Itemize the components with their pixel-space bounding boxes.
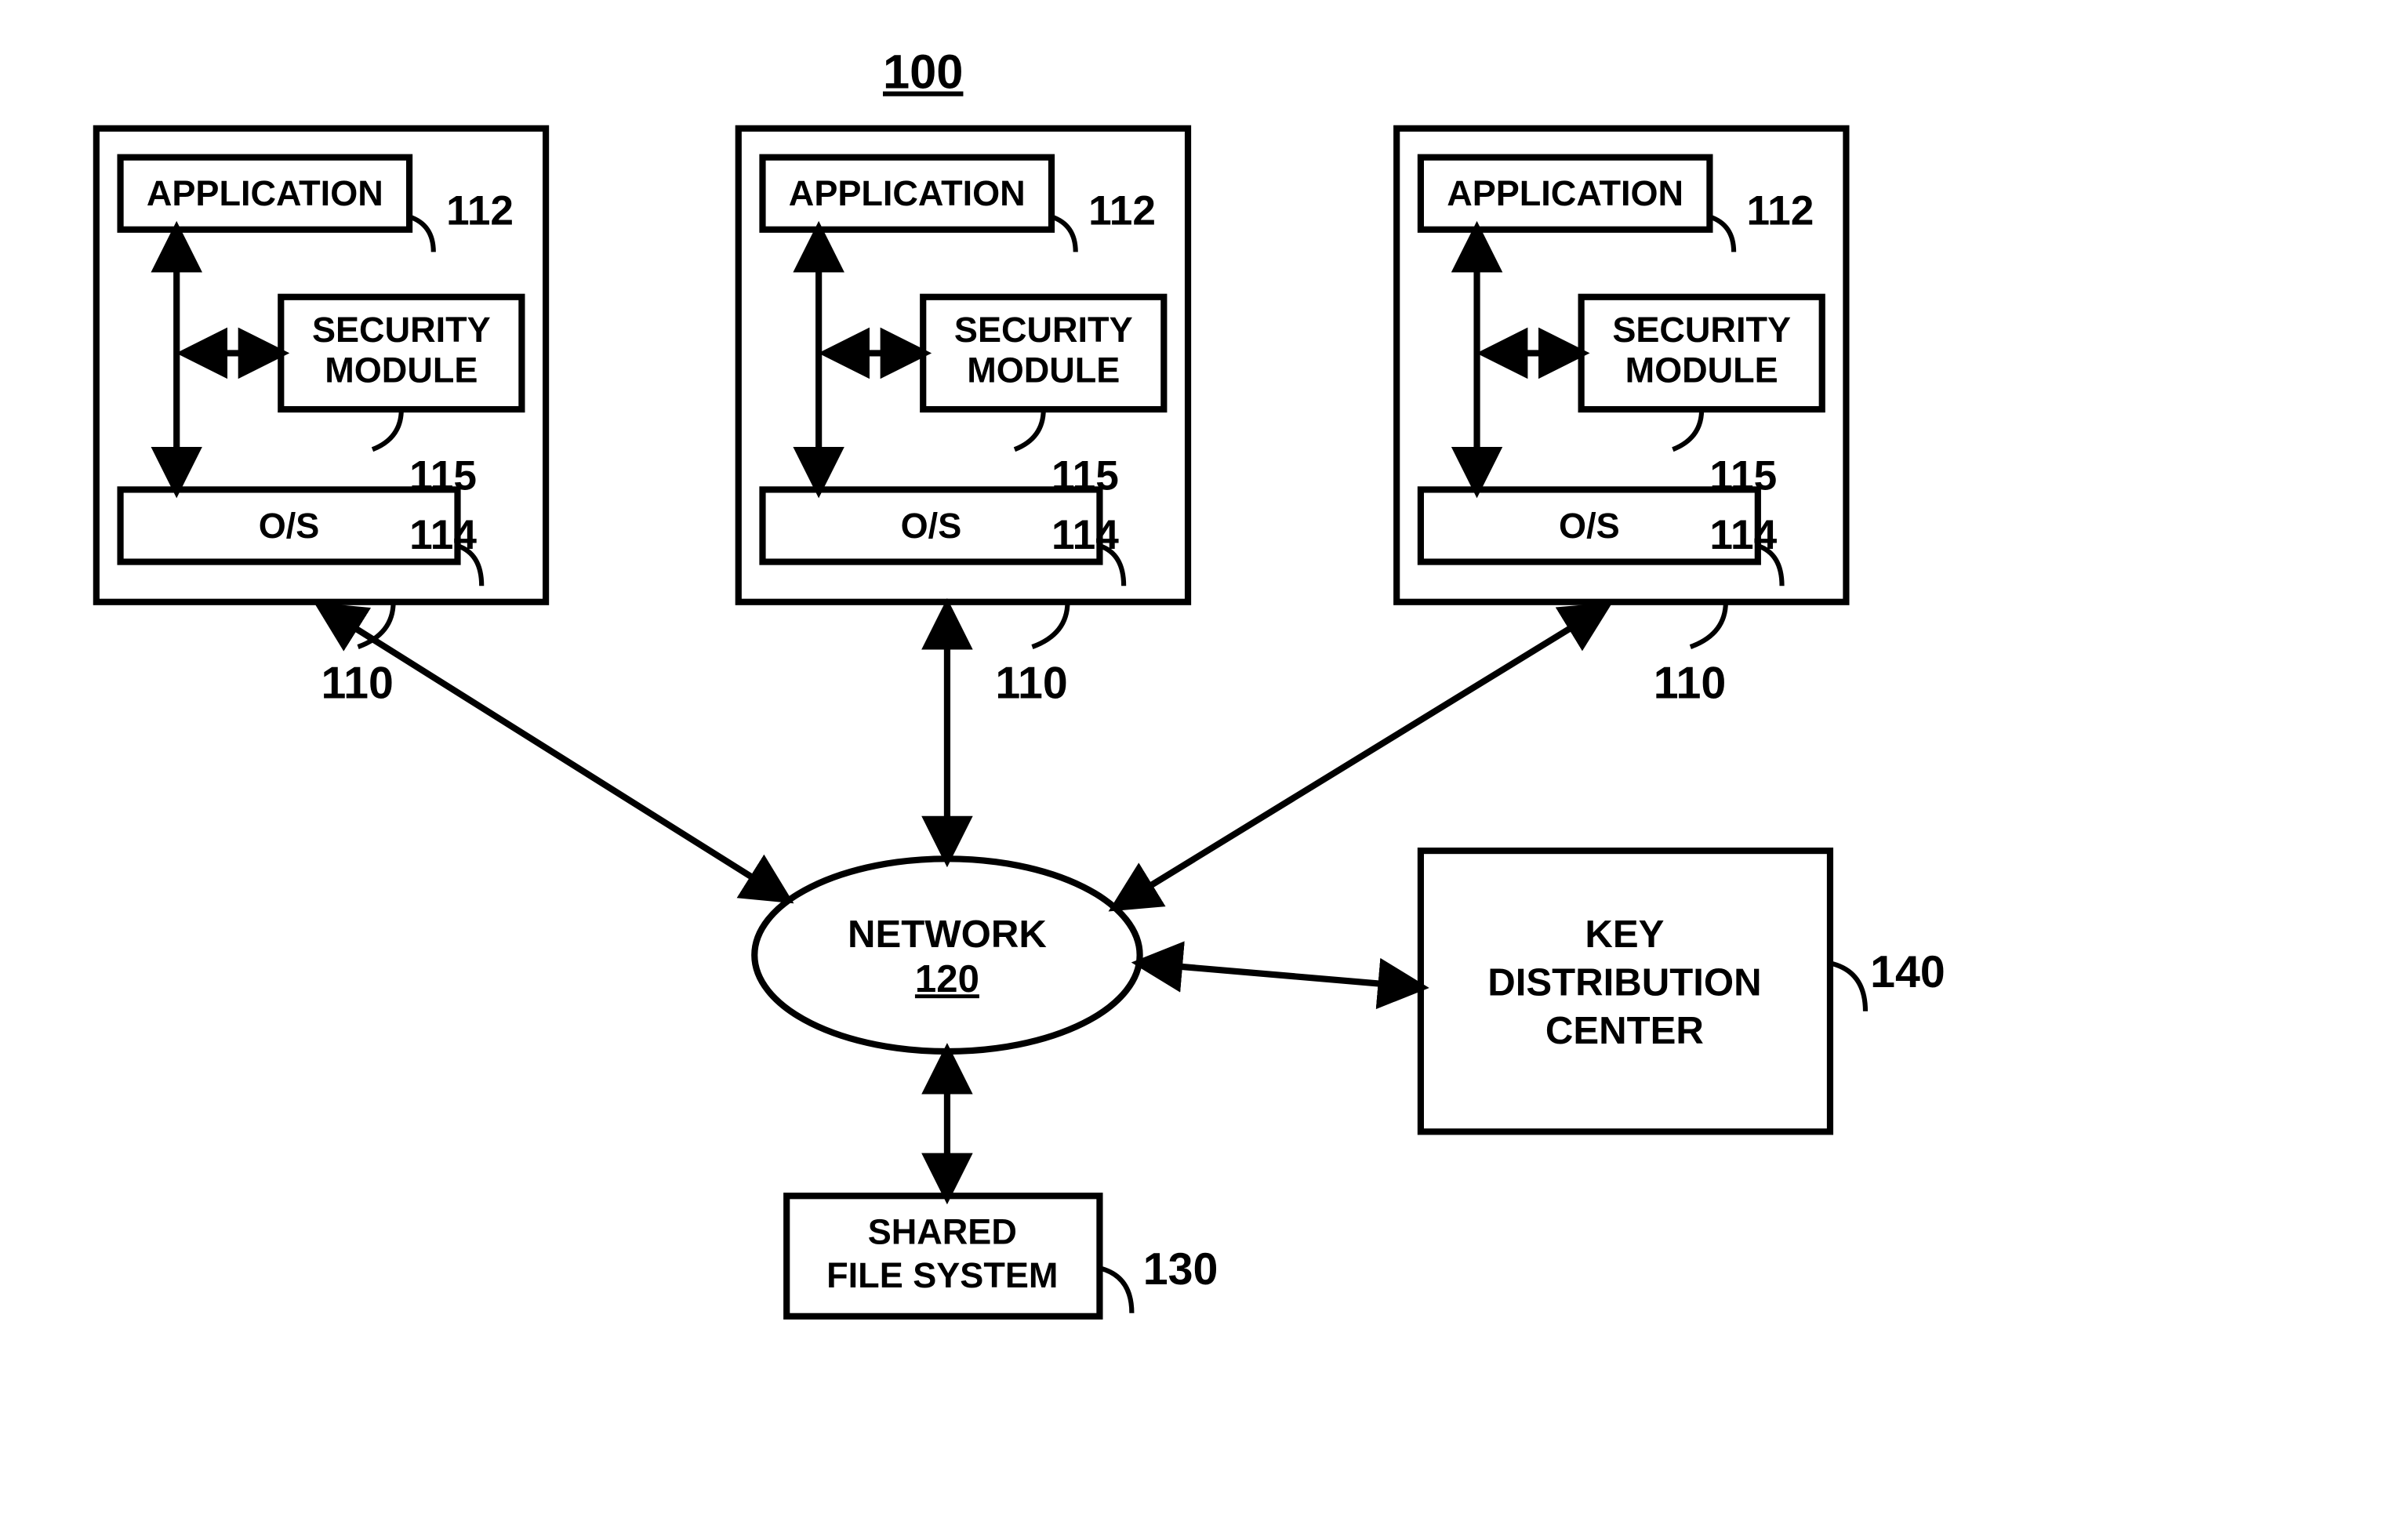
os-label: O/S [1559,506,1620,546]
ref-client-1: 110 [321,659,393,709]
ref-os: 114 [409,512,477,558]
link-client3-network [1116,607,1605,907]
security-module-label-2: MODULE [1625,350,1778,390]
os-label: O/S [259,506,320,546]
link-client1-network [321,607,786,899]
security-module-label-2: MODULE [967,350,1120,390]
shared-fs-label-1: SHARED [868,1212,1017,1252]
network-label: NETWORK [848,913,1047,956]
diagram-canvas: 100 APPLICATION SECURITY MODULE O/S 112 … [0,0,2408,1525]
client-box-2: APPLICATION SECURITY MODULE O/S 112 115 … [739,129,1188,602]
ref-os: 114 [1051,512,1119,558]
link-network-kdc [1140,963,1421,987]
client-box-3: APPLICATION SECURITY MODULE O/S 112 115 … [1396,129,1846,602]
ref-application: 112 [446,188,514,234]
ref-security-module: 115 [1051,452,1119,499]
shared-fs-label-2: FILE SYSTEM [826,1255,1058,1295]
security-module-label-1: SECURITY [954,310,1133,350]
ref-client-3: 110 [1654,659,1726,709]
ref-security-module: 115 [1709,452,1777,499]
ref-application: 112 [1746,188,1814,234]
ref-shared-fs: 130 [1143,1244,1219,1294]
security-module-label-1: SECURITY [312,310,491,350]
kdc-box: KEY DISTRIBUTION CENTER [1421,851,1830,1131]
kdc-label-1: KEY [1585,913,1664,956]
application-label: APPLICATION [147,173,383,213]
os-label: O/S [901,506,962,546]
ref-os: 114 [1709,512,1777,558]
application-label: APPLICATION [789,173,1026,213]
ref-kdc: 140 [1870,947,1945,997]
ref-security-module: 115 [409,452,477,499]
network-ref: 120 [915,958,979,1000]
ref-application: 112 [1088,188,1156,234]
security-module-label-2: MODULE [325,350,478,390]
figure-ref: 100 [883,45,963,100]
client-box-1: APPLICATION SECURITY MODULE O/S 112 115 … [96,129,546,602]
application-label: APPLICATION [1447,173,1683,213]
kdc-label-2: DISTRIBUTION [1487,961,1761,1004]
kdc-label-3: CENTER [1545,1010,1704,1052]
security-module-label-1: SECURITY [1612,310,1791,350]
ref-client-2: 110 [995,659,1067,709]
shared-fs-box: SHARED FILE SYSTEM [786,1196,1099,1316]
